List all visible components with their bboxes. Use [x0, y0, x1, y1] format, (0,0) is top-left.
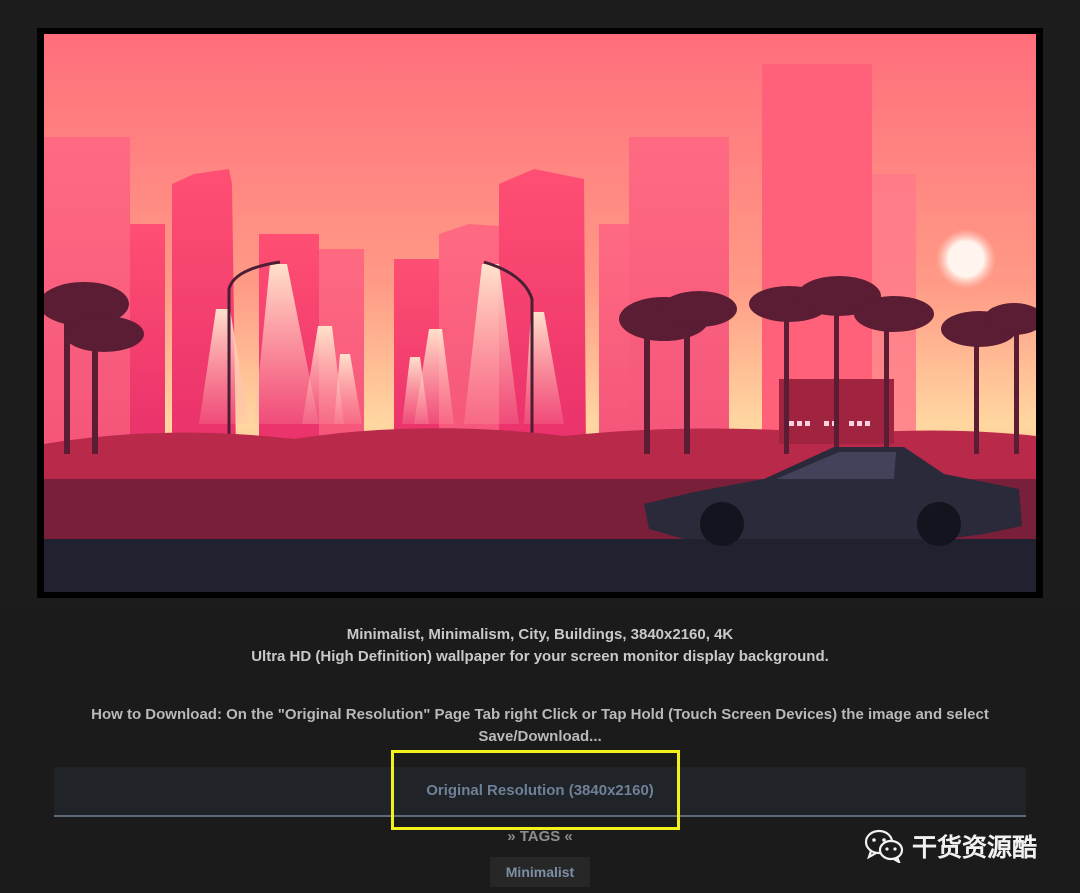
wallpaper-title: Minimalist, Minimalism, City, Buildings,… — [346, 626, 734, 643]
watermark: 干货资源酷 — [864, 826, 1037, 866]
watermark-text: 干货资源酷 — [912, 834, 1038, 862]
highlight-box — [391, 750, 680, 830]
download-instructions: How to Download: On the "Original Resolu… — [91, 706, 989, 745]
wallpaper-image[interactable] — [44, 34, 1036, 592]
wallpaper-description: Minimalist, Minimalism, City, Buildings,… — [0, 624, 1080, 668]
wechat-icon — [864, 829, 904, 863]
wallpaper-frame — [37, 28, 1043, 598]
tag-minimalist[interactable]: Minimalist — [490, 857, 590, 887]
wallpaper-subtitle: Ultra HD (High Definition) wallpaper for… — [251, 648, 829, 665]
image-area — [0, 0, 1080, 604]
